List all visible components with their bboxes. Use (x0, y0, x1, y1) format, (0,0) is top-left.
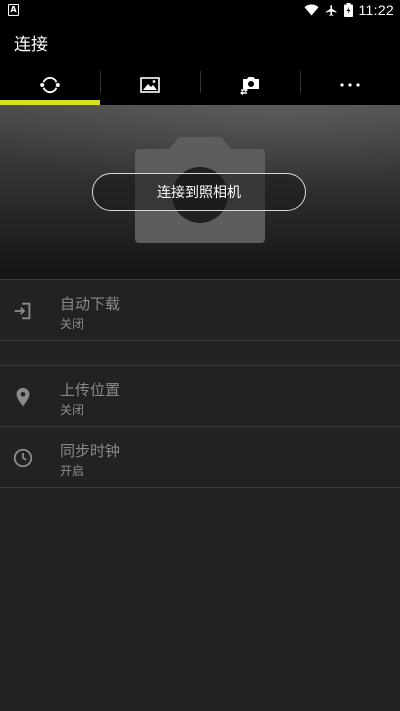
image-gallery-icon (140, 77, 160, 93)
camera-hero: 连接到照相机 (0, 105, 400, 279)
connection-sync-icon (40, 76, 60, 94)
connect-to-camera-button[interactable]: 连接到照相机 (92, 173, 306, 211)
list-divider (0, 487, 400, 488)
page-title: 连接 (14, 35, 48, 55)
more-icon (340, 83, 360, 87)
airplane-icon (325, 4, 336, 16)
setting-value: 关闭 (60, 403, 85, 417)
status-bar: A 11:22 (0, 0, 400, 20)
auto-download-icon (14, 302, 31, 320)
setting-title: 同步时钟 (60, 442, 121, 460)
tab-more[interactable] (300, 65, 400, 105)
setting-value: 关闭 (60, 317, 85, 331)
clock-icon (13, 448, 33, 468)
tab-bar (0, 65, 400, 105)
tab-connection[interactable] (0, 65, 100, 105)
status-time: 11:22 (358, 2, 394, 18)
tab-gallery[interactable] (100, 65, 200, 105)
battery-icon (343, 3, 353, 17)
setting-sync-clock[interactable]: 同步时钟 开启 (0, 426, 400, 487)
app-bar: 连接 (0, 20, 400, 65)
setting-auto-download[interactable]: 自动下载 关闭 (0, 279, 400, 340)
notification-icon: A (8, 4, 19, 16)
settings-list: 自动下载 关闭 上传位置 关闭 同步时钟 开启 (0, 279, 400, 488)
tab-camera-transfer[interactable] (200, 65, 300, 105)
list-spacer (0, 340, 400, 365)
setting-value: 开启 (60, 464, 85, 478)
setting-title: 自动下载 (60, 295, 121, 313)
location-pin-icon (16, 387, 30, 407)
wifi-icon (304, 4, 318, 16)
camera-transfer-icon (240, 77, 259, 95)
setting-upload-location[interactable]: 上传位置 关闭 (0, 365, 400, 426)
setting-title: 上传位置 (60, 381, 121, 399)
